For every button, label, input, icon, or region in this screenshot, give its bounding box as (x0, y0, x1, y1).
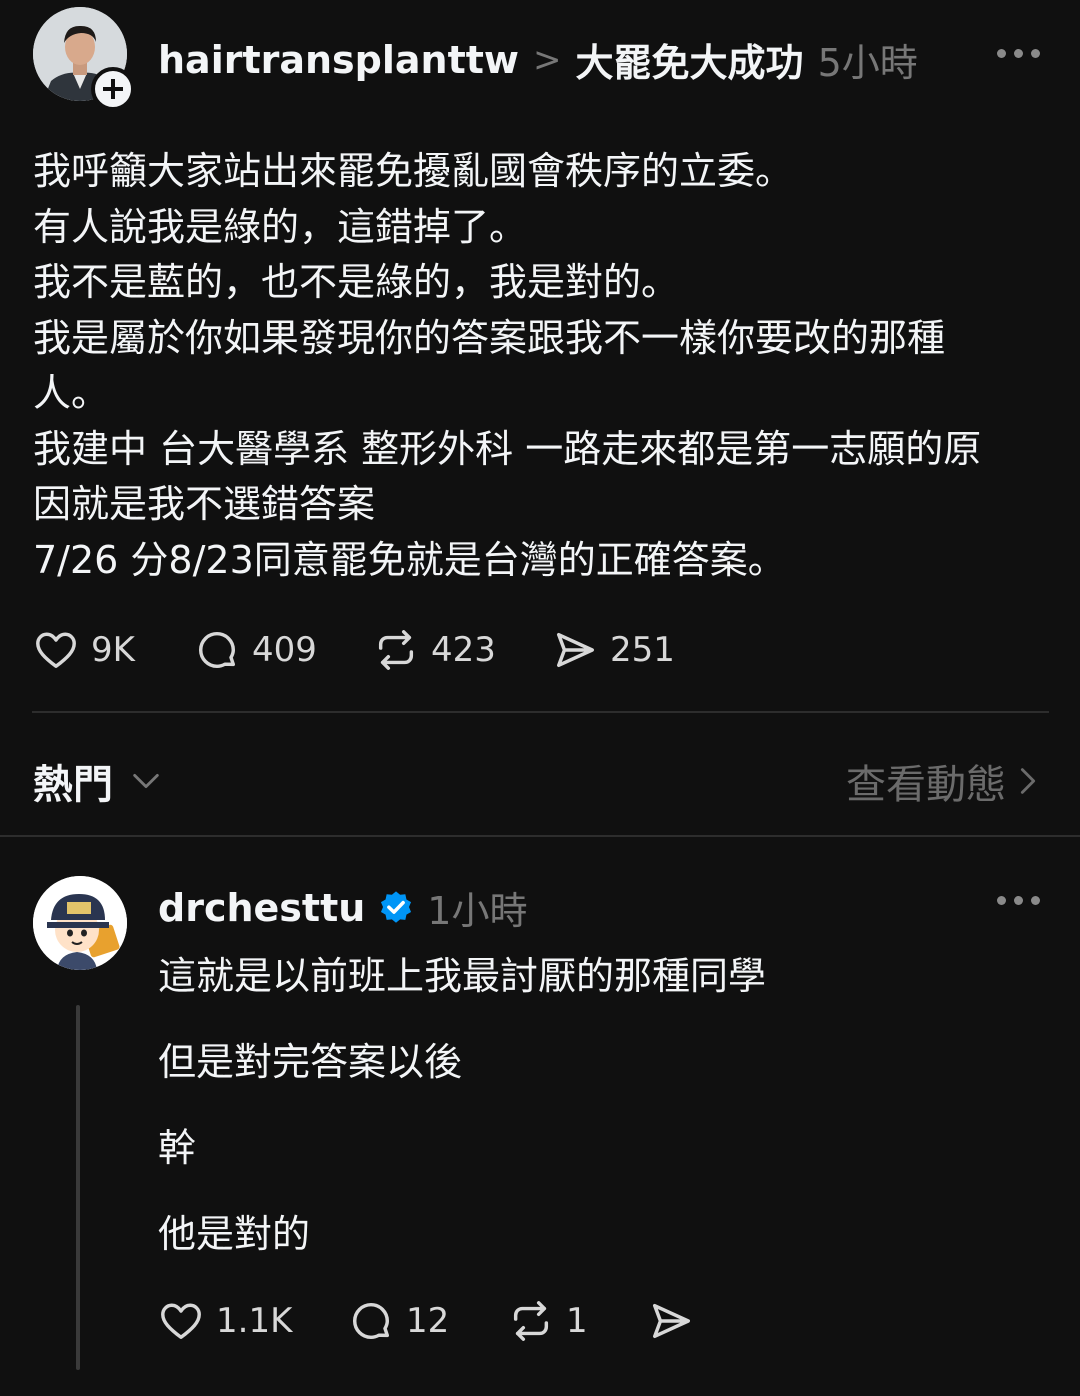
heart-icon (36, 632, 76, 669)
reply-comment-count: 12 (406, 1301, 450, 1341)
send-icon (652, 1303, 690, 1339)
post-line: 我呼籲大家站出來罷免擾亂國會秩序的立委。 (33, 149, 794, 193)
section-divider (0, 835, 1080, 837)
thread-connector-line (76, 1005, 80, 1370)
reply-timestamp: 1小時 (427, 889, 528, 933)
chevron-right-icon (1020, 768, 1036, 794)
post-line: 我不是藍的，也不是綠的，我是對的。 (33, 260, 680, 304)
post-line: 人。 (33, 371, 110, 415)
breadcrumb-separator: > (533, 39, 562, 80)
reply-line: 這就是以前班上我最討厭的那種同學 (158, 954, 767, 998)
post-body: 我呼籲大家站出來罷免擾亂國會秩序的立委。 有人說我是綠的，這錯掉了。 我不是藍的… (33, 144, 1033, 588)
post-header: hairtransplanttw > 大罷免大成功 5小時 (158, 32, 918, 87)
send-icon (556, 632, 594, 668)
post-line: 我是屬於你如果發現你的答案跟我不一樣你要改的那種 (33, 315, 946, 360)
follow-button[interactable] (91, 67, 135, 111)
comment-bubble-icon (198, 631, 236, 669)
reply-share-button[interactable] (648, 1298, 694, 1344)
reply-line: 他是對的 (158, 1212, 311, 1256)
post-line: 因就是我不選錯答案 (33, 482, 376, 526)
post-line: 我建中 台大醫學系 整形外科 一路走來都是第一志願的原 (33, 426, 982, 471)
heart-icon (161, 1303, 201, 1340)
comment-bubble-icon (352, 1302, 390, 1340)
reply-more-options-icon[interactable] (997, 896, 1040, 905)
sort-label: 熱門 (33, 762, 113, 808)
cartoon-avatar (33, 876, 127, 970)
share-button[interactable]: 251 (552, 627, 675, 673)
reply-repost-button[interactable]: 1 (508, 1298, 588, 1344)
reply-author-avatar[interactable] (33, 876, 127, 970)
sort-dropdown[interactable]: 熱門 (33, 752, 163, 810)
post-author-name[interactable]: hairtransplanttw (158, 38, 519, 82)
comment-button[interactable]: 409 (194, 627, 317, 673)
reply-like-button[interactable]: 1.1K (158, 1298, 292, 1344)
comment-count: 409 (252, 630, 317, 670)
repost-icon (378, 630, 414, 670)
post-line: 有人說我是綠的，這錯掉了。 (33, 204, 528, 249)
view-activity-link[interactable]: 查看動態 (846, 752, 1038, 810)
reply-header: drchesttu 1小時 (158, 880, 527, 935)
reply-like-count: 1.1K (216, 1301, 293, 1341)
share-count: 251 (610, 630, 675, 670)
reply-comment-button[interactable]: 12 (348, 1298, 449, 1344)
post-timestamp: 5小時 (817, 41, 918, 85)
chevron-down-icon (133, 773, 159, 789)
reply-line: 幹 (158, 1126, 197, 1170)
like-button[interactable]: 9K (33, 627, 135, 673)
verified-badge-icon (381, 890, 412, 923)
reply-line: 但是對完答案以後 (158, 1040, 463, 1084)
plus-icon (103, 79, 123, 99)
view-activity-label: 查看動態 (846, 762, 1006, 808)
repost-icon (513, 1301, 549, 1341)
reply-author-name[interactable]: drchesttu (158, 886, 365, 930)
post-line: 7/26 分8/23同意罷免就是台灣的正確答案。 (33, 537, 786, 582)
divider (32, 711, 1049, 713)
post-topic-tag[interactable]: 大罷免大成功 (576, 32, 804, 87)
reply-repost-count: 1 (566, 1301, 588, 1341)
repost-button[interactable]: 423 (373, 627, 496, 673)
post-more-options-icon[interactable] (997, 49, 1040, 58)
repost-count: 423 (431, 630, 496, 670)
like-count: 9K (91, 630, 135, 670)
